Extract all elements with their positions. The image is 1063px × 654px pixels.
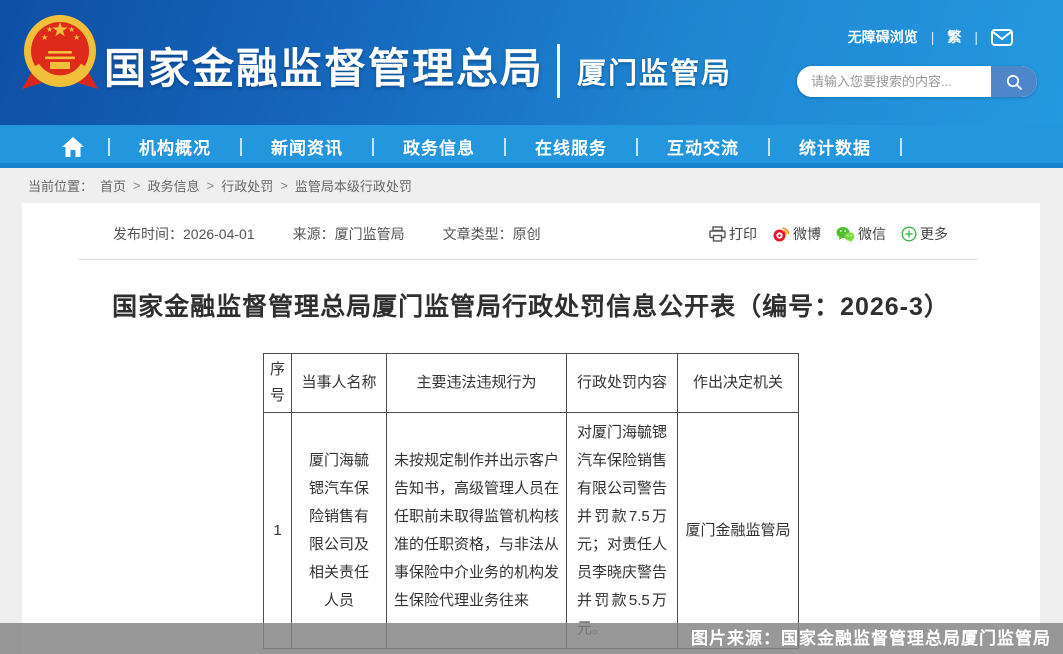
penalty-table: 序号 当事人名称 主要违法违规行为 行政处罚内容 作出决定机关 1 厦门海毓锶汽… [263, 353, 799, 649]
utility-separator: | [974, 29, 978, 45]
wechat-share-button[interactable]: 微信 [836, 224, 886, 244]
national-emblem-icon: ★ ★ ★ ★ [22, 13, 98, 99]
breadcrumb-separator: > [133, 178, 141, 193]
nav-item-online-services[interactable]: 在线服务 [506, 134, 636, 159]
breadcrumb-government-info[interactable]: 政务信息 [148, 176, 200, 195]
table-header-row: 序号 当事人名称 主要违法违规行为 行政处罚内容 作出决定机关 [264, 354, 799, 413]
article-meta-row: 发布时间：2026-04-01 来源：厦门监管局 文章类型：原创 打印 [22, 203, 1040, 244]
share-bar: 打印 微博 [709, 224, 948, 244]
header-penalty: 行政处罚内容 [567, 354, 678, 413]
traditional-chinese-link[interactable]: 繁 [947, 27, 961, 47]
svg-text:★: ★ [41, 33, 48, 42]
breadcrumb-separator: > [207, 178, 215, 193]
wechat-icon [836, 226, 855, 242]
printer-icon [709, 226, 726, 242]
site-header: ★ ★ ★ ★ 国家金融监督管理总局 厦门监管局 无障碍浏览 | 繁 | [0, 0, 1063, 125]
header-divider [557, 44, 560, 98]
cell-no: 1 [264, 413, 292, 649]
main-nav: 机构概况 新闻资讯 政务信息 在线服务 互动交流 统计数据 [0, 125, 1063, 168]
article-meta: 发布时间：2026-04-01 来源：厦门监管局 文章类型：原创 [113, 224, 541, 244]
branch-name: 厦门监管局 [577, 50, 732, 92]
breadcrumb-separator: > [280, 178, 288, 193]
article-source: 来源：厦门监管局 [293, 224, 405, 244]
cell-penalty: 对厦门海毓锶汽车保险销售有限公司警告并罚款7.5万元；对责任人员李晓庆警告并罚款… [567, 413, 678, 649]
cell-violation: 未按规定制作并出示客户告知书，高级管理人员在任职前未取得监管机构核准的任职资格，… [387, 413, 567, 649]
weibo-icon [772, 226, 790, 242]
page-title: 国家金融监督管理总局厦门监管局行政处罚信息公开表（编号：2026-3） [22, 287, 1040, 323]
breadcrumb-penalties[interactable]: 行政处罚 [221, 176, 273, 195]
nav-item-news[interactable]: 新闻资讯 [242, 134, 372, 159]
weibo-share-button[interactable]: 微博 [772, 224, 821, 244]
svg-text:★: ★ [73, 33, 80, 42]
image-source-watermark: 图片来源：国家金融监督管理总局厦门监管局 [0, 623, 1063, 654]
nav-divider [900, 138, 902, 156]
page: ★ ★ ★ ★ 国家金融监督管理总局 厦门监管局 无障碍浏览 | 繁 | [0, 0, 1063, 654]
search-box [797, 66, 1037, 97]
header-violation: 主要违法违规行为 [387, 354, 567, 413]
breadcrumb-bureau-penalties[interactable]: 监管局本级行政处罚 [295, 176, 412, 195]
header-no: 序号 [264, 354, 292, 413]
utility-bar: 无障碍浏览 | 繁 | [848, 27, 1013, 47]
print-button[interactable]: 打印 [709, 224, 757, 244]
home-icon [62, 137, 84, 157]
nav-item-organization[interactable]: 机构概况 [110, 134, 240, 159]
search-button[interactable] [991, 66, 1037, 97]
nav-item-government-info[interactable]: 政务信息 [374, 134, 504, 159]
table-row: 1 厦门海毓锶汽车保险销售有限公司及相关责任人员 未按规定制作并出示客户告知书，… [264, 413, 799, 649]
search-input[interactable] [797, 66, 991, 97]
utility-separator: | [931, 29, 935, 45]
cell-authority: 厦门金融监管局 [678, 413, 799, 649]
cell-party: 厦门海毓锶汽车保险销售有限公司及相关责任人员 [292, 413, 387, 649]
site-name: 国家金融监督管理总局 [104, 35, 544, 96]
breadcrumb-home[interactable]: 首页 [100, 176, 126, 195]
plus-circle-icon [901, 226, 917, 242]
header-party: 当事人名称 [292, 354, 387, 413]
article-card: 发布时间：2026-04-01 来源：厦门监管局 文章类型：原创 打印 [22, 203, 1040, 654]
nav-home[interactable] [38, 137, 108, 157]
article-type: 文章类型：原创 [443, 224, 541, 244]
publish-date: 发布时间：2026-04-01 [113, 224, 255, 244]
nav-item-statistics[interactable]: 统计数据 [770, 134, 900, 159]
accessibility-link[interactable]: 无障碍浏览 [848, 27, 918, 47]
meta-divider [78, 259, 978, 260]
breadcrumb: 当前位置： 首页 > 政务信息 > 行政处罚 > 监管局本级行政处罚 [0, 168, 1063, 203]
mail-icon[interactable] [991, 29, 1013, 46]
breadcrumb-label: 当前位置： [28, 176, 93, 195]
nav-item-interaction[interactable]: 互动交流 [638, 134, 768, 159]
more-share-button[interactable]: 更多 [901, 224, 948, 244]
search-icon [1005, 73, 1023, 91]
header-authority: 作出决定机关 [678, 354, 799, 413]
